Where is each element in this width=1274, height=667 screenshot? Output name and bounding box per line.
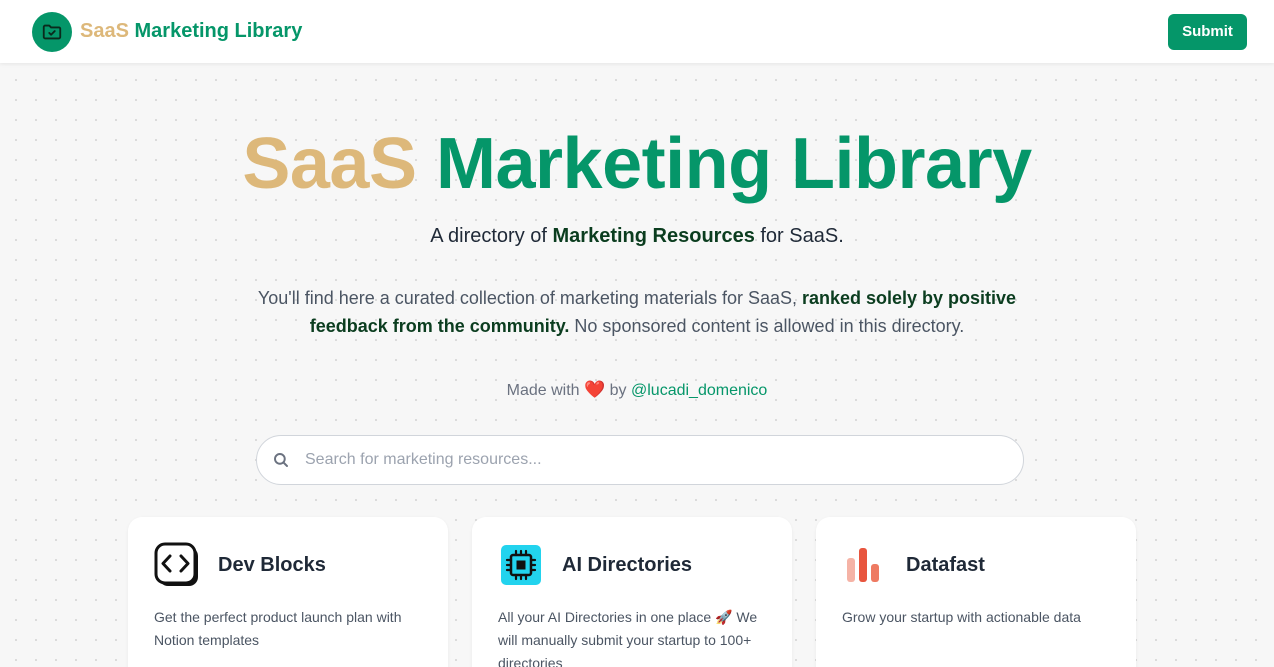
card-header: Datafast: [842, 542, 1110, 588]
author-link[interactable]: @lucadi_domenico: [631, 382, 767, 399]
card-description: All your AI Directories in one place 🚀 W…: [498, 609, 758, 667]
brand-home-link[interactable]: SaaS Marketing Library: [32, 11, 302, 52]
navbar: SaaS Marketing Library Submit: [0, 0, 1274, 63]
brand-name-library: Marketing Library: [134, 20, 303, 42]
code-brackets-icon: [154, 542, 200, 588]
search-input[interactable]: [305, 440, 985, 480]
subtitle-suffix: for SaaS.: [754, 225, 844, 247]
card-header: Dev Blocks: [154, 542, 422, 588]
hero-description: You'll find here a curated collection of…: [237, 284, 1037, 340]
chip-icon: [498, 542, 544, 588]
hero-title-library: Marketing Library: [435, 124, 1032, 204]
card-description: Grow your startup with actionable data: [842, 609, 1081, 625]
brand-name: SaaS Marketing Library: [80, 20, 302, 43]
card-description: Get the perfect product launch plan with…: [154, 609, 402, 648]
made-with-prefix: Made with: [506, 382, 585, 399]
search-bar[interactable]: [256, 435, 1024, 485]
description-suffix: No sponsored content is allowed in this …: [569, 316, 965, 336]
hero-title-saas: SaaS: [242, 124, 417, 204]
resource-card-dev-blocks[interactable]: Dev Blocks Get the perfect product launc…: [128, 517, 448, 667]
made-with-by: by: [605, 382, 631, 399]
hero-title: SaaS Marketing Library: [0, 122, 1274, 206]
search-icon: [271, 450, 291, 470]
bar-chart-icon: [842, 542, 888, 588]
card-title: Dev Blocks: [218, 553, 326, 576]
description-prefix: You'll find here a curated collection of…: [257, 288, 802, 308]
resource-card-datafast[interactable]: Datafast Grow your startup with actionab…: [816, 517, 1136, 667]
subtitle-highlight: Marketing Resources: [552, 225, 755, 247]
submit-button[interactable]: Submit: [1168, 13, 1247, 50]
card-title: Datafast: [906, 553, 985, 576]
made-with-credit: Made with ❤️ by @lucadi_domenico: [0, 380, 1274, 400]
card-header: AI Directories: [498, 542, 766, 588]
heart-icon: ❤️: [584, 380, 606, 399]
hero-subtitle: A directory of Marketing Resources for S…: [0, 225, 1274, 248]
subtitle-prefix: A directory of: [430, 225, 553, 247]
folder-check-icon: [32, 11, 72, 52]
resource-card-ai-directories[interactable]: AI Directories All your AI Directories i…: [472, 517, 792, 667]
brand-name-saas: SaaS: [80, 20, 129, 42]
card-title: AI Directories: [562, 553, 693, 576]
